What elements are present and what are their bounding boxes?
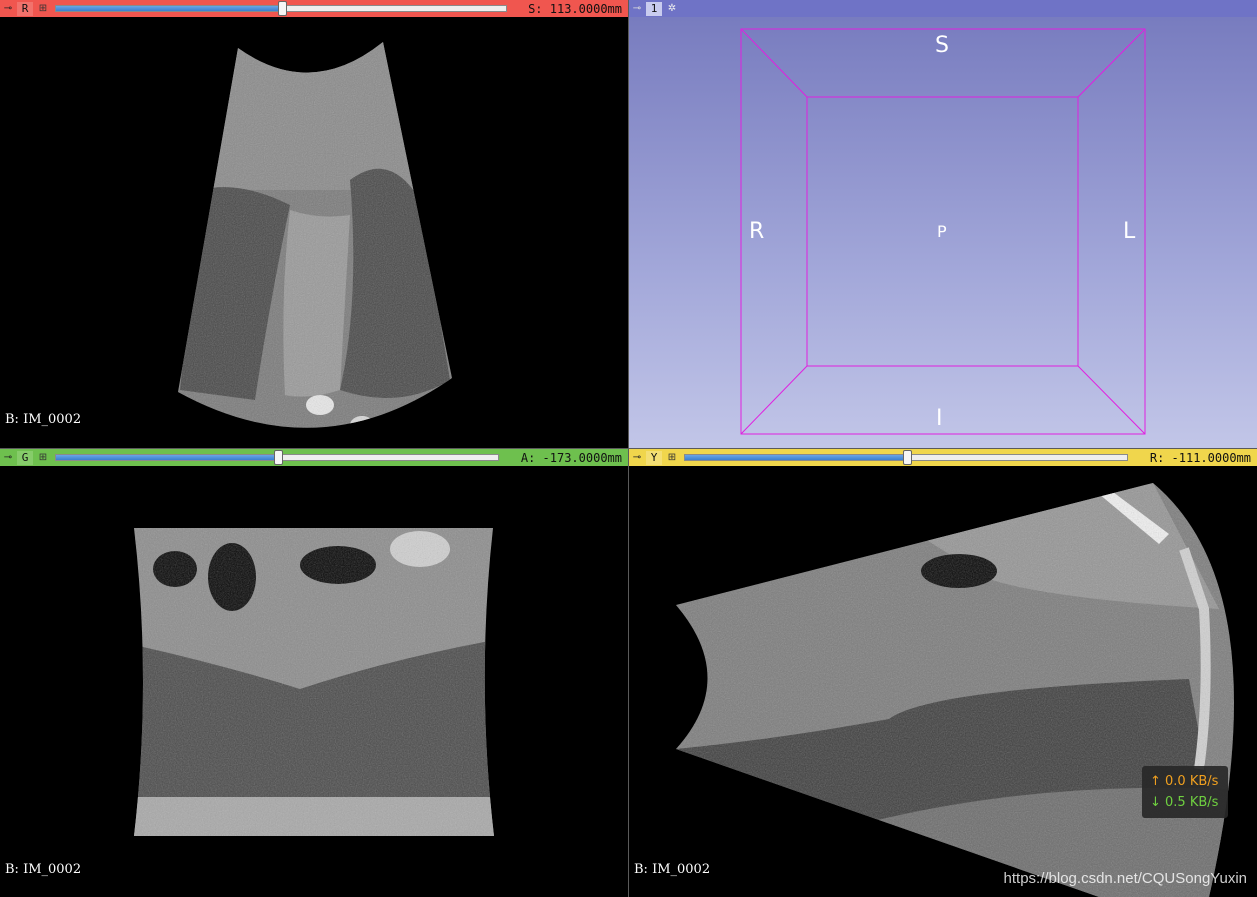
red-slice-image [178, 42, 452, 428]
view-letter[interactable]: G [17, 450, 33, 465]
pin-icon[interactable]: ⊸ [629, 449, 645, 466]
slider-handle[interactable] [278, 1, 287, 16]
background-volume-label: B: IM_0002 [5, 412, 82, 427]
slider-handle[interactable] [274, 450, 283, 465]
background-volume-label: B: IM_0002 [5, 862, 82, 877]
slice-offset-value: S: 113.0000mm [528, 1, 622, 16]
slice-offset-value: R: -111.0000mm [1149, 450, 1251, 465]
3d-view[interactable]: ⊸ 1 ✲ S R L P I [629, 0, 1257, 448]
yellow-slice-view[interactable]: ⊸ Y ⊞ R: -111.0000mm B: IM_0002 ↑ 0.0 KB… [629, 449, 1257, 897]
orientation-label-left: R [749, 219, 765, 244]
link-icon[interactable]: ⊞ [35, 451, 51, 465]
gear-icon[interactable]: ✲ [664, 2, 680, 16]
orientation-label-top: S [935, 33, 949, 58]
orientation-label-bottom: I [936, 406, 943, 431]
slice-offset-slider[interactable] [55, 450, 499, 465]
green-slice-view[interactable]: ⊸ G ⊞ A: -173.0000mm B: IM_0002 [0, 449, 628, 897]
green-slice-controller: ⊸ G ⊞ A: -173.0000mm [0, 449, 628, 466]
yellow-slice-controller: ⊸ Y ⊞ R: -111.0000mm [629, 449, 1257, 466]
link-icon[interactable]: ⊞ [664, 451, 680, 465]
view-letter[interactable]: Y [646, 450, 662, 465]
network-speed-overlay: ↑ 0.0 KB/s ↓ 0.5 KB/s [1142, 766, 1228, 818]
red-slice-controller: ⊸ R ⊞ S: 113.0000mm [0, 0, 628, 17]
red-slice-view[interactable]: ⊸ R ⊞ S: 113.0000mm B: IM_0002 [0, 0, 628, 448]
pin-icon[interactable]: ⊸ [0, 0, 16, 17]
download-speed: ↓ 0.5 KB/s [1150, 795, 1219, 810]
upload-speed: ↑ 0.0 KB/s [1150, 774, 1219, 789]
3d-view-controller: ⊸ 1 ✲ [629, 0, 1257, 17]
view-letter[interactable]: R [17, 1, 33, 16]
slider-fill [56, 455, 277, 460]
watermark: https://blog.csdn.net/CQUSongYuxin [1003, 870, 1247, 887]
slider-handle[interactable] [903, 450, 912, 465]
view-divider-horizontal [0, 448, 1257, 449]
yellow-slice-image [676, 483, 1234, 897]
orientation-label-center: P [937, 222, 947, 241]
slice-offset-value: A: -173.0000mm [520, 450, 622, 465]
slider-fill [56, 6, 281, 11]
green-slice-image [134, 528, 494, 836]
pin-icon[interactable]: ⊸ [0, 449, 16, 466]
background-volume-label: B: IM_0002 [634, 862, 711, 877]
slice-offset-slider[interactable] [684, 450, 1128, 465]
link-icon[interactable]: ⊞ [35, 2, 51, 16]
pin-icon[interactable]: ⊸ [629, 0, 645, 17]
slice-offset-slider[interactable] [55, 1, 507, 16]
orientation-label-right: L [1123, 219, 1136, 244]
view-letter[interactable]: 1 [646, 1, 662, 16]
slider-fill [685, 455, 906, 460]
